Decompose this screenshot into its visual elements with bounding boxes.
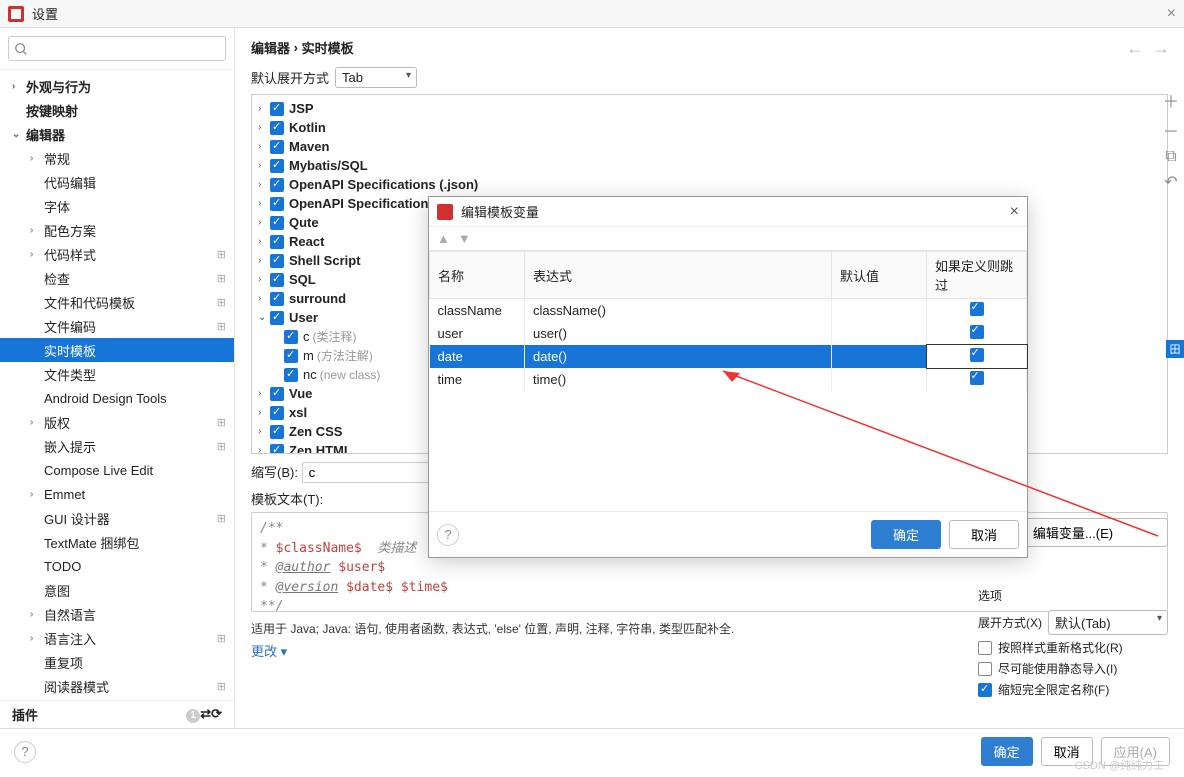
sidebar-item[interactable]: ›Emmet xyxy=(0,482,234,506)
dialog-app-icon xyxy=(437,204,453,220)
template-group[interactable]: ›Kotlin xyxy=(252,118,1167,137)
sidebar-item[interactable]: TextMate 捆绑包 xyxy=(0,530,234,554)
move-up-icon[interactable]: ▲ xyxy=(437,231,450,246)
sidebar-item[interactable]: 嵌入提示⊞ xyxy=(0,434,234,458)
template-group[interactable]: ›JSP xyxy=(252,99,1167,118)
settings-tree[interactable]: ›外观与行为按键映射⌄编辑器›常规代码编辑字体›配色方案›代码样式⊞检查⊞文件和… xyxy=(0,70,234,700)
expand-by-select[interactable]: 默认(Tab) xyxy=(1048,610,1168,635)
table-row[interactable]: datedate() xyxy=(430,345,1027,368)
sidebar-item[interactable]: 文件类型 xyxy=(0,362,234,386)
right-edge-badge[interactable]: 田 xyxy=(1166,340,1184,358)
sidebar-item[interactable]: 检查⊞ xyxy=(0,266,234,290)
translate-icon: ⇄ xyxy=(200,706,211,721)
sidebar-item[interactable]: 字体 xyxy=(0,194,234,218)
dialog-help-icon[interactable]: ? xyxy=(437,524,459,546)
watermark: CSDN @纯纯力工 xyxy=(1075,757,1164,773)
search-icon xyxy=(14,42,28,56)
sidebar-item[interactable]: GUI 设计器⊞ xyxy=(0,506,234,530)
edit-vars-dialog: 编辑模板变量 × ▲ ▼ 名称 表达式 默认值 如果定义则跳过 classNam… xyxy=(428,196,1028,558)
expand-label: 默认展开方式 xyxy=(251,68,329,87)
dialog-footer-bar: ? 确定 取消 应用(A) xyxy=(0,728,1184,774)
sidebar-item[interactable]: ›自然语言 xyxy=(0,602,234,626)
sidebar-item[interactable]: ⌄编辑器 xyxy=(0,122,234,146)
sidebar-item[interactable]: Compose Live Edit xyxy=(0,458,234,482)
sidebar-item[interactable]: 按键映射 xyxy=(0,98,234,122)
variable-table[interactable]: 名称 表达式 默认值 如果定义则跳过 classNameclassName()u… xyxy=(429,251,1027,391)
sidebar-item[interactable]: ›代码样式⊞ xyxy=(0,242,234,266)
nav-forward-icon[interactable]: → xyxy=(1152,38,1170,59)
template-group[interactable]: ›OpenAPI Specifications (.json) xyxy=(252,175,1167,194)
move-down-icon[interactable]: ▼ xyxy=(458,231,471,246)
copy-icon[interactable]: ⧉ xyxy=(1165,148,1176,166)
plugin-count-badge: 1 xyxy=(186,709,200,723)
sidebar-item[interactable]: ›版权⊞ xyxy=(0,410,234,434)
table-row[interactable]: useruser() xyxy=(430,322,1027,345)
opt-static-import[interactable]: 尽可能使用静态导入(I) xyxy=(978,660,1168,677)
window-title: 设置 xyxy=(32,4,58,23)
opt-shorten-fqn[interactable]: 缩短完全限定名称(F) xyxy=(978,681,1168,698)
dialog-cancel-button[interactable]: 取消 xyxy=(949,520,1019,549)
sidebar-item[interactable]: TODO xyxy=(0,554,234,578)
sidebar-item[interactable]: 阅读器模式⊞ xyxy=(0,674,234,698)
sidebar-item[interactable]: 代码编辑 xyxy=(0,170,234,194)
settings-sidebar: ›外观与行为按键映射⌄编辑器›常规代码编辑字体›配色方案›代码样式⊞检查⊞文件和… xyxy=(0,28,235,728)
dialog-ok-button[interactable]: 确定 xyxy=(871,520,941,549)
abbr-label: 缩写(B): xyxy=(251,465,298,480)
sidebar-item[interactable]: ›外观与行为 xyxy=(0,74,234,98)
refresh-icon: ⟳ xyxy=(211,706,222,721)
sidebar-item[interactable]: 实时模板 xyxy=(0,338,234,362)
sidebar-item[interactable]: 文件和代码模板⊞ xyxy=(0,290,234,314)
dialog-close-icon[interactable]: × xyxy=(1010,203,1019,221)
options-title: 选项 xyxy=(978,587,1168,604)
remove-icon[interactable]: － xyxy=(1163,118,1179,142)
sidebar-item[interactable]: 重复项 xyxy=(0,650,234,674)
sidebar-item[interactable]: 意图 xyxy=(0,578,234,602)
sidebar-item[interactable]: ›常规 xyxy=(0,146,234,170)
app-icon xyxy=(8,6,24,22)
opt-reformat[interactable]: 按照样式重新格式化(R) xyxy=(978,639,1168,656)
list-tools: ＋ － ⧉ ↶ xyxy=(1158,88,1184,192)
sidebar-item[interactable]: 文件编码⊞ xyxy=(0,314,234,338)
expand-select[interactable]: Tab xyxy=(335,67,417,88)
settings-titlebar: 设置 × xyxy=(0,0,1184,28)
change-link[interactable]: 更改 ▾ xyxy=(251,644,287,659)
undo-icon[interactable]: ↶ xyxy=(1164,172,1177,192)
search-input[interactable] xyxy=(28,39,220,58)
close-icon[interactable]: × xyxy=(1167,5,1176,23)
template-group[interactable]: ›Mybatis/SQL xyxy=(252,156,1167,175)
sidebar-item[interactable]: Android Design Tools xyxy=(0,386,234,410)
breadcrumb: 编辑器 › 实时模板 xyxy=(251,38,1168,57)
table-row[interactable]: timetime() xyxy=(430,368,1027,391)
sidebar-item[interactable]: ›配色方案 xyxy=(0,218,234,242)
dialog-title: 编辑模板变量 xyxy=(461,202,539,221)
search-input-wrapper[interactable] xyxy=(8,36,226,61)
help-icon[interactable]: ? xyxy=(14,741,36,763)
nav-back-icon[interactable]: ← xyxy=(1126,38,1144,59)
template-group[interactable]: ›Maven xyxy=(252,137,1167,156)
sidebar-footer[interactable]: 插件 1⇄⟳ xyxy=(0,700,234,728)
ok-button[interactable]: 确定 xyxy=(981,737,1033,766)
add-icon[interactable]: ＋ xyxy=(1163,88,1179,112)
sidebar-item[interactable]: ›语言注入⊞ xyxy=(0,626,234,650)
table-row[interactable]: classNameclassName() xyxy=(430,299,1027,323)
